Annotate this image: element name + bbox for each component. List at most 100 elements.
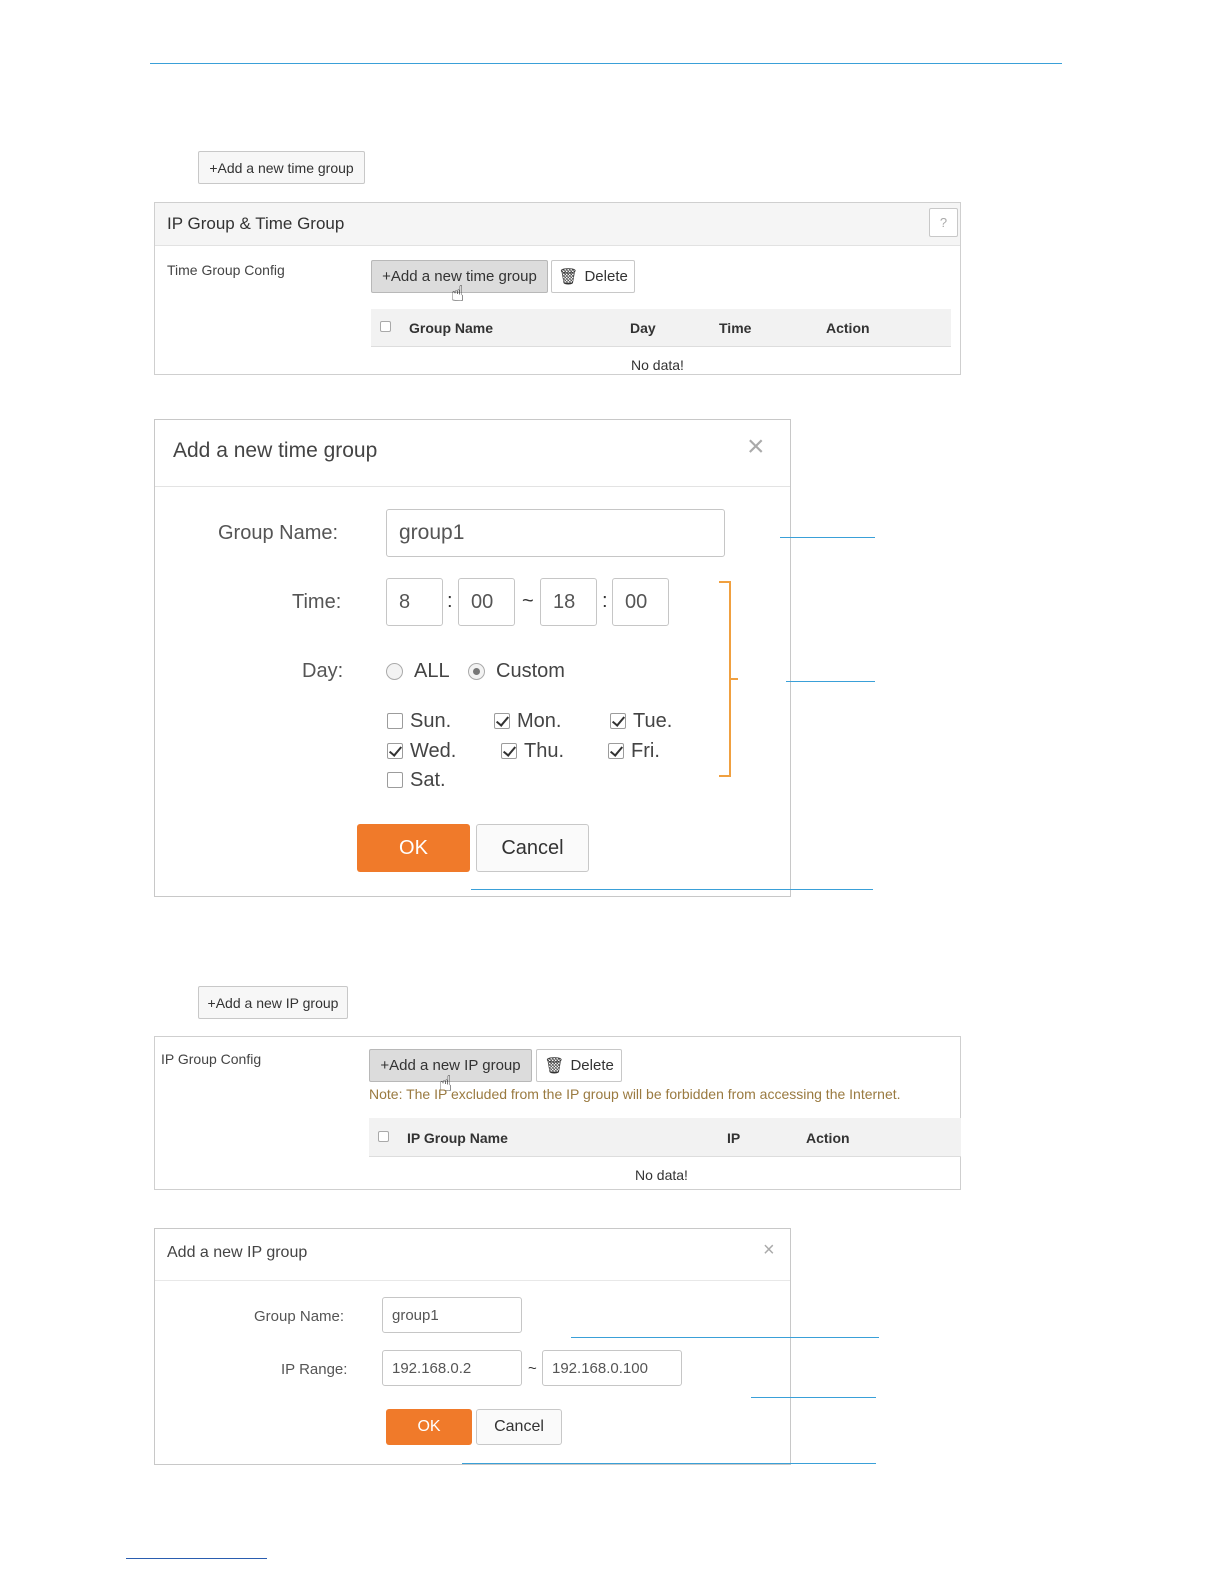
time-tilde: ~ bbox=[522, 590, 534, 612]
start-minute-input[interactable]: 00 bbox=[458, 578, 515, 626]
ip-start-value: 192.168.0.2 bbox=[392, 1359, 472, 1377]
sat-checkbox[interactable] bbox=[387, 772, 403, 788]
day-all-label: ALL bbox=[414, 660, 450, 682]
day-all-radio[interactable] bbox=[386, 663, 403, 680]
ip-select-all-checkbox[interactable] bbox=[378, 1131, 389, 1142]
sun-label: Sun. bbox=[410, 710, 452, 732]
trash-icon: 🗑 bbox=[558, 268, 579, 286]
time-group-dialog: Add a new time group × Group Name: group… bbox=[154, 419, 791, 897]
ip-group-name-label: Group Name: bbox=[254, 1308, 345, 1325]
start-minute-value: 00 bbox=[471, 590, 494, 613]
tue-checkbox[interactable] bbox=[610, 713, 626, 729]
callout-line-ok bbox=[471, 889, 873, 890]
header-rule bbox=[150, 63, 1062, 64]
ip-end-input[interactable]: 192.168.0.100 bbox=[542, 1350, 682, 1386]
group-name-input[interactable]: group1 bbox=[386, 509, 725, 557]
ip-group-panel: IP Group Config +Add a new IP group ☝ 🗑 … bbox=[154, 1036, 961, 1190]
start-hour-input[interactable]: 8 bbox=[386, 578, 443, 626]
help-icon: ? bbox=[939, 215, 948, 230]
time-group-panel: IP Group & Time Group ? Time Group Confi… bbox=[154, 202, 961, 375]
col-action: Action bbox=[826, 320, 870, 336]
mon-checkbox[interactable] bbox=[494, 713, 510, 729]
ip-note-text: Note: The IP excluded from the IP group … bbox=[369, 1086, 901, 1102]
fri-checkbox[interactable] bbox=[608, 743, 624, 759]
time-colon: : bbox=[602, 590, 608, 612]
thu-label: Thu. bbox=[524, 740, 565, 762]
col-ip-action: Action bbox=[806, 1130, 850, 1146]
start-hour-value: 8 bbox=[399, 590, 411, 613]
day-custom-label: Custom bbox=[496, 660, 565, 682]
sat-label: Sat. bbox=[410, 769, 446, 791]
ip-dialog-divider bbox=[155, 1280, 790, 1281]
delete-label: Delete bbox=[584, 268, 628, 285]
dialog-title: Add a new time group bbox=[173, 439, 378, 462]
ip-start-input[interactable]: 192.168.0.2 bbox=[382, 1350, 522, 1386]
bracket-tick bbox=[731, 678, 738, 680]
end-hour-value: 18 bbox=[553, 590, 576, 613]
callout-line-group-name bbox=[780, 537, 875, 538]
ip-range-tilde: ~ bbox=[528, 1360, 537, 1377]
day-label: Day: bbox=[302, 660, 344, 682]
ip-ok-button[interactable]: OK bbox=[386, 1409, 472, 1445]
select-all-checkbox[interactable] bbox=[380, 321, 391, 332]
col-ip-group-name: IP Group Name bbox=[407, 1130, 508, 1146]
ip-dialog-title: Add a new IP group bbox=[167, 1244, 308, 1261]
ip-cancel-label: Cancel bbox=[494, 1418, 544, 1435]
close-icon[interactable]: × bbox=[747, 432, 765, 462]
no-data-text: No data! bbox=[631, 357, 684, 373]
ip-table-header: IP Group Name IP Action bbox=[369, 1118, 961, 1157]
close-icon[interactable]: × bbox=[763, 1240, 775, 1260]
fri-label: Fri. bbox=[631, 740, 660, 762]
callout-line-ip-ok bbox=[462, 1463, 876, 1464]
callout-line-ip-range bbox=[751, 1397, 876, 1398]
pointer-hand-icon: ☝ bbox=[451, 281, 465, 306]
ok-label: OK bbox=[399, 836, 428, 859]
help-button[interactable]: ? bbox=[929, 208, 958, 237]
ip-range-label: IP Range: bbox=[281, 1361, 348, 1378]
ok-button[interactable]: OK bbox=[357, 824, 470, 872]
time-group-table-header: Group Name Day Time Action bbox=[371, 309, 951, 347]
ip-group-name-input[interactable]: group1 bbox=[382, 1297, 522, 1333]
cancel-label: Cancel bbox=[501, 836, 564, 859]
time-group-config-label: Time Group Config bbox=[167, 262, 285, 278]
end-hour-input[interactable]: 18 bbox=[540, 578, 597, 626]
dialog-divider bbox=[155, 486, 790, 487]
callout-line-ip-group-name bbox=[571, 1337, 879, 1338]
ip-delete-label: Delete bbox=[570, 1057, 614, 1074]
col-time: Time bbox=[719, 320, 752, 336]
ip-end-value: 192.168.0.100 bbox=[552, 1359, 648, 1377]
ip-no-data-text: No data! bbox=[635, 1167, 688, 1183]
thu-checkbox[interactable] bbox=[501, 743, 517, 759]
panel-header: IP Group & Time Group ? bbox=[155, 203, 960, 246]
wed-label: Wed. bbox=[410, 740, 457, 762]
group-name-label: Group Name: bbox=[218, 522, 339, 544]
panel-title: IP Group & Time Group bbox=[167, 214, 345, 233]
end-minute-value: 00 bbox=[625, 590, 648, 613]
add-time-group-label: +Add a new time group bbox=[209, 159, 354, 176]
add-ip-group-label: +Add a new IP group bbox=[207, 994, 339, 1011]
group-name-value: group1 bbox=[399, 521, 465, 544]
mon-label: Mon. bbox=[517, 710, 562, 732]
sun-checkbox[interactable] bbox=[387, 713, 403, 729]
time-label: Time: bbox=[292, 591, 342, 613]
callout-line-day bbox=[786, 681, 875, 682]
day-custom-radio[interactable] bbox=[468, 663, 485, 680]
col-day: Day bbox=[630, 320, 656, 336]
bracket-annotation bbox=[719, 581, 731, 777]
col-ip: IP bbox=[727, 1130, 741, 1146]
end-minute-input[interactable]: 00 bbox=[612, 578, 669, 626]
trash-icon: 🗑 bbox=[544, 1057, 565, 1075]
ip-cancel-button[interactable]: Cancel bbox=[476, 1409, 562, 1445]
tue-label: Tue. bbox=[633, 710, 673, 732]
col-group-name: Group Name bbox=[409, 320, 494, 336]
ip-ok-label: OK bbox=[417, 1418, 441, 1435]
footer-rule bbox=[126, 1558, 267, 1559]
add-ip-group-button[interactable]: +Add a new IP group bbox=[198, 986, 348, 1019]
ip-group-config-label: IP Group Config bbox=[161, 1051, 262, 1067]
add-time-group-button[interactable]: +Add a new time group bbox=[198, 151, 365, 184]
time-colon: : bbox=[447, 590, 453, 612]
cancel-button[interactable]: Cancel bbox=[476, 824, 589, 872]
delete-button[interactable]: 🗑 Delete bbox=[551, 260, 635, 293]
ip-delete-button[interactable]: 🗑 Delete bbox=[536, 1049, 622, 1082]
wed-checkbox[interactable] bbox=[387, 743, 403, 759]
